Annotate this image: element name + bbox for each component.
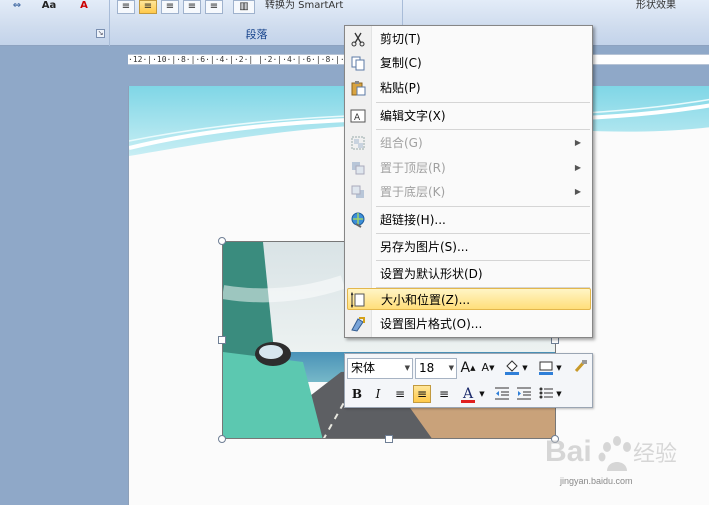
menu-item-cut[interactable]: 剪切(T) — [347, 28, 591, 50]
increase-indent-button[interactable] — [515, 385, 533, 403]
convert-smartart-button[interactable]: 转换为 SmartArt — [265, 0, 385, 14]
scissors-icon — [350, 31, 366, 47]
fill-color-dropdown[interactable]: ▼ — [521, 359, 529, 377]
shrink-font-button[interactable]: ⇔ — [4, 0, 30, 14]
resize-handle-top-left[interactable] — [218, 237, 226, 245]
font-color-ribbon-button[interactable]: A — [70, 0, 98, 14]
group-icon — [350, 135, 366, 151]
bold-button[interactable]: B — [348, 385, 366, 403]
columns-button[interactable]: ▥ — [233, 0, 255, 14]
format-painter-icon — [572, 360, 588, 378]
menu-item-send-to-back[interactable]: 置于底层(K) ▶ — [347, 181, 591, 203]
menu-item-hyperlink-label: 超链接(H)... — [380, 213, 446, 227]
menu-item-group[interactable]: 组合(G) ▶ — [347, 132, 591, 154]
align-left-button[interactable]: ≡ — [117, 0, 135, 14]
line-color-button[interactable] — [537, 359, 555, 377]
chevron-down-icon: ▼ — [448, 364, 454, 372]
increase-indent-icon — [516, 387, 532, 404]
svg-text:经验: 经验 — [633, 442, 677, 467]
format-painter-button[interactable] — [571, 359, 589, 377]
italic-button[interactable]: I — [369, 385, 387, 403]
baidu-watermark-logo: Bai 经验 — [545, 427, 705, 497]
bullets-button[interactable] — [537, 385, 555, 403]
menu-item-group-label: 组合(G) — [380, 136, 423, 150]
resize-handle-bottom-left[interactable] — [218, 435, 226, 443]
resize-handle-bottom[interactable] — [385, 435, 393, 443]
bullets-dropdown[interactable]: ▼ — [555, 385, 563, 403]
font-name-dropdown[interactable]: 宋体 ▼ — [347, 358, 413, 379]
resize-handle-left[interactable] — [218, 336, 226, 344]
line-color-dropdown[interactable]: ▼ — [555, 359, 563, 377]
copy-icon — [350, 55, 366, 71]
align-center-button[interactable]: ≡ — [413, 385, 431, 403]
pen-icon — [538, 361, 554, 378]
menu-item-format-picture-label: 设置图片格式(O)... — [380, 317, 483, 331]
change-case-button[interactable]: Aa — [36, 0, 62, 14]
menu-item-edit-text-label: 编辑文字(X) — [380, 109, 446, 123]
bring-to-front-icon — [350, 160, 366, 176]
font-name-value: 宋体 — [351, 361, 376, 375]
ribbon-font-group: ⇔ Aa A ↘ — [0, 0, 110, 46]
align-right-button[interactable]: ≡ — [161, 0, 179, 14]
distribute-button[interactable]: ≡ — [205, 0, 223, 14]
paint-bucket-icon — [504, 360, 520, 378]
menu-separator — [376, 102, 590, 103]
font-color-dropdown[interactable]: ▼ — [478, 385, 486, 403]
justify-button[interactable]: ≡ — [183, 0, 201, 14]
menu-item-edit-text[interactable]: A 编辑文字(X) — [347, 105, 591, 127]
mini-toolbar: 宋体 ▼ 18 ▼ A▲ A▼ ▼ ▼ B I ≡ ≡ ≡ A ▼ ▼ — [344, 353, 593, 408]
decrease-indent-button[interactable] — [493, 385, 511, 403]
font-color-button[interactable]: A — [459, 385, 477, 403]
menu-item-paste[interactable]: 粘贴(P) — [347, 77, 591, 99]
align-left-button[interactable]: ≡ — [391, 385, 409, 403]
menu-separator — [376, 233, 590, 234]
menu-item-paste-label: 粘贴(P) — [380, 81, 421, 95]
decrease-indent-icon — [494, 387, 510, 404]
font-size-dropdown[interactable]: 18 ▼ — [415, 358, 457, 379]
menu-item-set-default-shape-label: 设置为默认形状(D) — [380, 267, 483, 281]
menu-item-set-default-shape[interactable]: 设置为默认形状(D) — [347, 263, 591, 285]
menu-item-size-and-position-label: 大小和位置(Z)... — [381, 293, 471, 307]
menu-separator — [376, 129, 590, 130]
submenu-arrow-icon: ▶ — [574, 187, 581, 196]
bullet-list-icon — [538, 387, 554, 404]
font-size-value: 18 — [419, 361, 435, 375]
align-center-button[interactable]: ≡ — [139, 0, 157, 14]
grow-font-button[interactable]: A▲ — [459, 359, 477, 377]
hyperlink-icon — [350, 212, 366, 228]
align-right-button[interactable]: ≡ — [435, 385, 453, 403]
watermark-url: jingyan.baidu.com — [560, 476, 633, 486]
shrink-font-button[interactable]: A▼ — [479, 359, 497, 377]
submenu-arrow-icon: ▶ — [574, 163, 581, 172]
send-to-back-icon — [350, 184, 366, 200]
chevron-down-icon: ▼ — [404, 364, 410, 372]
menu-item-cut-label: 剪切(T) — [380, 32, 421, 46]
shape-effects-button[interactable]: 形状效果 — [636, 0, 706, 14]
paste-icon — [350, 80, 366, 96]
menu-item-bring-to-front-label: 置于顶层(R) — [380, 161, 446, 175]
menu-item-bring-to-front[interactable]: 置于顶层(R) ▶ — [347, 157, 591, 179]
menu-separator — [376, 260, 590, 261]
svg-text:A: A — [354, 113, 361, 123]
font-color-swatch — [461, 400, 475, 403]
menu-separator — [376, 206, 590, 207]
edit-text-icon: A — [350, 108, 366, 124]
menu-item-save-as-picture[interactable]: 另存为图片(S)... — [347, 236, 591, 258]
svg-text:Bai: Bai — [545, 435, 592, 468]
menu-item-send-to-back-label: 置于底层(K) — [380, 185, 446, 199]
fill-color-button[interactable] — [503, 359, 521, 377]
menu-item-copy-label: 复制(C) — [380, 56, 422, 70]
menu-item-format-picture[interactable]: 设置图片格式(O)... — [347, 313, 591, 335]
size-position-icon — [350, 291, 367, 309]
format-picture-icon — [350, 316, 366, 332]
menu-item-copy[interactable]: 复制(C) — [347, 52, 591, 74]
context-menu: 剪切(T) 复制(C) 粘贴(P) A 编辑文字(X) 组合(G) ▶ 置于顶层… — [344, 25, 593, 338]
font-dialog-launcher[interactable]: ↘ — [96, 29, 105, 38]
menu-item-hyperlink[interactable]: 超链接(H)... — [347, 209, 591, 231]
submenu-arrow-icon: ▶ — [574, 138, 581, 147]
menu-item-save-as-picture-label: 另存为图片(S)... — [380, 240, 469, 254]
menu-item-size-and-position[interactable]: 大小和位置(Z)... — [347, 288, 591, 310]
